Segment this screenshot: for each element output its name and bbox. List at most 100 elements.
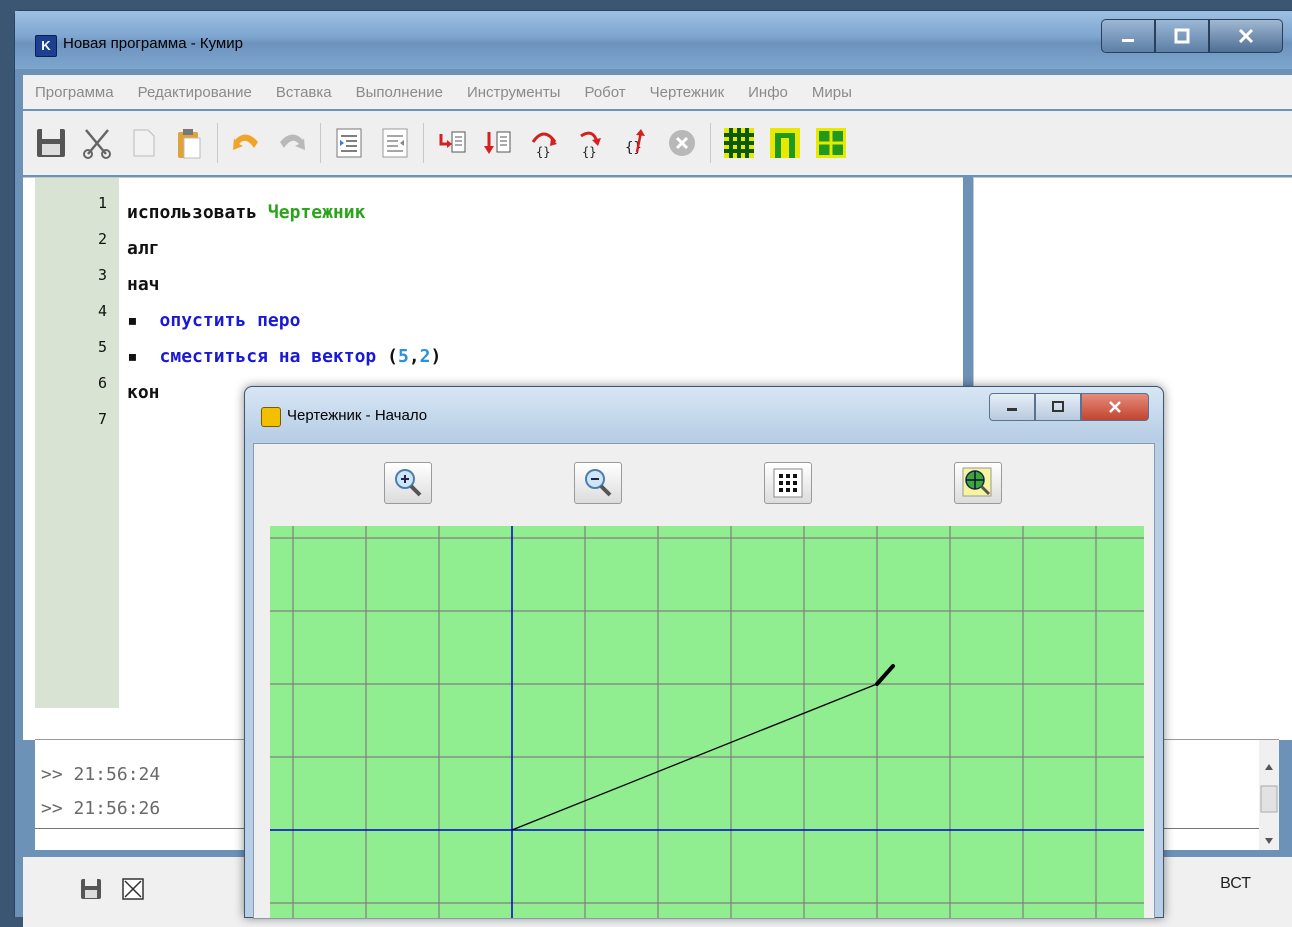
menu-tools[interactable]: Инструменты [455, 84, 573, 101]
maximize-button[interactable] [1155, 19, 1209, 53]
clear-icon [122, 878, 144, 900]
robot-field-button[interactable] [719, 123, 759, 163]
zoom-out-icon [585, 469, 612, 497]
run-step-icon [484, 131, 511, 154]
save-output-button[interactable] [79, 877, 103, 905]
keyword: алг [127, 238, 160, 259]
undo-button[interactable] [226, 123, 266, 163]
drawer-title-bar[interactable]: Чертежник - Начало [245, 387, 1163, 441]
svg-text:{}: {} [536, 145, 550, 159]
console-scrollbar[interactable] [1259, 740, 1279, 850]
run-step-button[interactable] [478, 123, 518, 163]
save-button[interactable] [31, 123, 71, 163]
drawer-window-title: Чертежник - Начало [287, 407, 428, 424]
minimize-icon [1122, 39, 1134, 42]
grid-toggle-button[interactable] [764, 462, 812, 504]
minimize-button[interactable] [1101, 19, 1155, 53]
cut-icon [83, 129, 111, 159]
drawer-axes-icon [816, 128, 846, 158]
stop-button[interactable] [662, 123, 702, 163]
drawer-body [253, 443, 1155, 919]
line-number: 5 [97, 338, 107, 356]
line-number: 3 [97, 266, 107, 284]
toolbar-separator [710, 123, 711, 163]
zoom-in-button[interactable] [384, 462, 432, 504]
toolbar-separator [320, 123, 321, 163]
title-bar[interactable]: K Новая программа - Кумир [15, 11, 1292, 69]
line-number: 6 [97, 374, 107, 392]
menu-edit[interactable]: Редактирование [126, 84, 264, 101]
zoom-in-icon [395, 469, 422, 497]
copy-button[interactable] [123, 123, 163, 163]
indent-marker: ▪ [127, 346, 138, 367]
menu-robot[interactable]: Робот [572, 84, 637, 101]
line-number: 7 [97, 410, 107, 428]
unindent-button[interactable] [375, 123, 415, 163]
comma: , [408, 346, 420, 367]
clear-output-button[interactable] [121, 877, 145, 905]
indent-marker: ▪ [127, 310, 138, 331]
step-out-icon: {} [625, 129, 645, 156]
menu-worlds[interactable]: Миры [800, 84, 864, 101]
indent-icon [336, 128, 362, 158]
menu-insert[interactable]: Вставка [264, 84, 344, 101]
maximize-icon [1052, 401, 1064, 412]
main-toolbar: {} {} {} [23, 111, 1292, 175]
run-button[interactable] [432, 123, 472, 163]
line-number: 1 [97, 194, 107, 212]
drawer-minimize-button[interactable] [989, 393, 1035, 421]
insert-mode-indicator: ВСТ [1220, 875, 1251, 892]
cut-button[interactable] [77, 123, 117, 163]
svg-text:{}: {} [582, 145, 596, 159]
redo-button[interactable] [272, 123, 312, 163]
menu-run[interactable]: Выполнение [344, 84, 455, 101]
paste-button[interactable] [169, 123, 209, 163]
number: 5 [397, 346, 409, 367]
save-icon [37, 129, 65, 157]
menu-info[interactable]: Инфо [736, 84, 800, 101]
keyword: использовать [127, 202, 258, 223]
keyword: кон [127, 382, 160, 403]
close-button[interactable] [1209, 19, 1283, 53]
drawer-axes-button[interactable] [811, 123, 851, 163]
step-out-button[interactable]: {} [616, 123, 656, 163]
step-in-icon: {} [531, 132, 557, 159]
number: 2 [419, 346, 431, 367]
paren: ) [430, 346, 442, 367]
console-line: >> 21:56:24 [41, 764, 161, 785]
step-over-icon: {} [580, 131, 601, 159]
code-line-1: использовать Чертежник [127, 202, 365, 223]
toolbar-separator [217, 123, 218, 163]
drawing-canvas[interactable] [270, 526, 1144, 918]
minimize-icon [1007, 408, 1017, 411]
close-icon [1109, 401, 1121, 413]
fit-view-button[interactable] [954, 462, 1002, 504]
fit-icon [962, 467, 992, 497]
keyword: нач [127, 274, 160, 295]
code-line-2: алг [127, 238, 160, 259]
drawer-app-icon [261, 407, 281, 427]
run-icon [439, 131, 466, 153]
menu-program[interactable]: Программа [23, 84, 126, 101]
indent-button[interactable] [329, 123, 369, 163]
drawer-maximize-button[interactable] [1035, 393, 1081, 421]
drawer-window: Чертежник - Начало [244, 386, 1164, 919]
app-icon: K [35, 35, 57, 57]
step-over-button[interactable]: {} [570, 123, 610, 163]
drawer-close-button[interactable] [1081, 393, 1149, 421]
menu-drawer[interactable]: Чертежник [638, 84, 737, 101]
paren: ( [387, 346, 398, 367]
line-number: 2 [97, 230, 107, 248]
window-title: Новая программа - Кумир [63, 35, 243, 52]
copy-icon [133, 129, 155, 157]
toolbar-separator [423, 123, 424, 163]
console-line: >> 21:56:26 [41, 798, 161, 819]
step-in-button[interactable]: {} [524, 123, 564, 163]
line-number-gutter: 1 2 3 4 5 6 7 [35, 178, 119, 708]
save-icon [81, 879, 101, 899]
module-name: Чертежник [267, 202, 366, 223]
stop-icon [669, 130, 695, 156]
command: сместиться на вектор [159, 346, 377, 367]
drawer-button[interactable] [765, 123, 805, 163]
zoom-out-button[interactable] [574, 462, 622, 504]
